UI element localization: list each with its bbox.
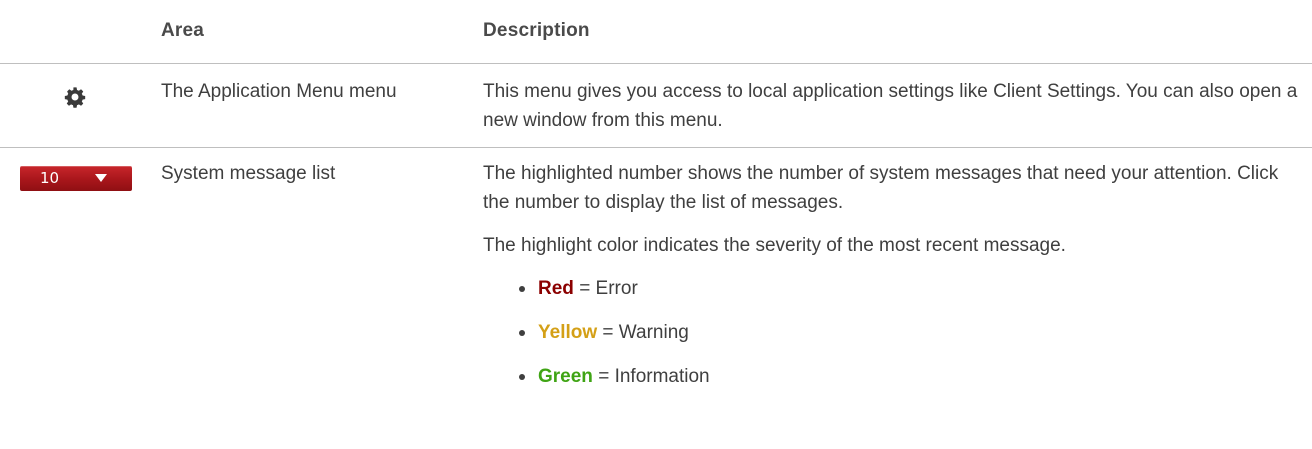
list-item: Yellow = Warning <box>519 318 1303 362</box>
area-cell: System message list <box>161 163 336 184</box>
severity-meaning: = Information <box>598 366 710 387</box>
table-row: 10 System message list The highlighted n… <box>0 148 1312 448</box>
area-cell: The Application Menu menu <box>161 81 397 102</box>
table-header-row: Area Description <box>0 0 1312 64</box>
severity-meaning: = Error <box>579 278 638 299</box>
description-cell: This menu gives you access to local appl… <box>483 77 1303 149</box>
severity-name: Red <box>538 278 574 299</box>
severity-list: Red = Error Yellow = Warning Green = Inf… <box>483 274 1303 406</box>
severity-name: Yellow <box>538 322 598 343</box>
gear-icon <box>64 87 86 108</box>
description-text: The highlighted number shows the number … <box>483 163 1279 213</box>
icon-cell: 10 <box>0 166 140 191</box>
list-item: Red = Error <box>519 274 1303 318</box>
severity-name: Green <box>538 366 593 387</box>
severity-meaning: = Warning <box>602 322 689 343</box>
system-message-badge: 10 <box>20 166 132 191</box>
header-area: Area <box>161 20 205 41</box>
list-item: Green = Information <box>519 362 1303 406</box>
chevron-down-icon <box>95 174 107 182</box>
description-text: This menu gives you access to local appl… <box>483 81 1298 131</box>
header-description: Description <box>483 20 590 41</box>
description-cell: The highlighted number shows the number … <box>483 159 1303 406</box>
description-text: The highlight color indicates the severi… <box>483 235 1066 256</box>
icon-cell <box>0 86 140 108</box>
area-description-table: Area Description The Application Menu me… <box>0 0 1312 448</box>
badge-count: 10 <box>40 169 60 187</box>
table-row: The Application Menu menu This menu give… <box>0 64 1312 148</box>
